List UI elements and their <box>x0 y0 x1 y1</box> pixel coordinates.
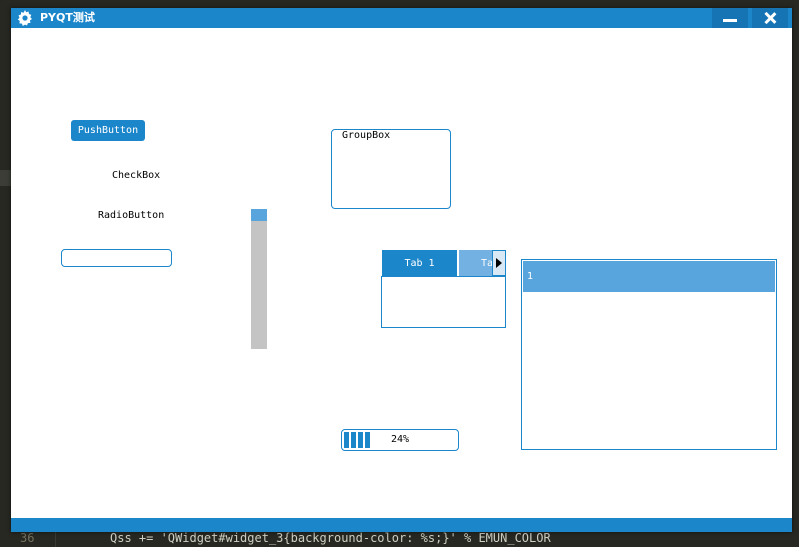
tab-2[interactable]: Tab 2 <box>459 250 495 276</box>
bottom-bar <box>11 518 792 532</box>
progress-text: 24% <box>390 434 410 445</box>
group-box-title: GroupBox <box>340 130 393 141</box>
list-widget[interactable]: 1 <box>521 259 777 450</box>
arrow-right-icon <box>496 258 502 268</box>
tab-widget: Tab 1 Tab 2 <box>381 250 507 328</box>
vertical-scrollbar[interactable] <box>251 209 267 349</box>
scrollbar-handle[interactable] <box>251 209 267 221</box>
close-icon <box>764 12 776 24</box>
editor-left-strip <box>0 170 11 186</box>
progress-bar: 24% <box>341 429 459 451</box>
group-box: GroupBox <box>331 129 451 209</box>
tab-scroll-right-button[interactable] <box>492 250 506 276</box>
gear-icon <box>17 10 32 26</box>
radio-button[interactable]: RadioButton <box>98 210 164 221</box>
app-window: PYQT测试 PushButton CheckBox RadioButton G… <box>11 8 792 532</box>
tab-1[interactable]: Tab 1 <box>382 250 457 276</box>
line-edit-input[interactable] <box>61 249 172 267</box>
title-bar: PYQT测试 <box>11 8 792 28</box>
list-item[interactable]: 1 <box>523 261 775 292</box>
close-button[interactable] <box>752 8 788 28</box>
minimize-icon <box>723 19 737 22</box>
tab-pane <box>381 276 506 328</box>
window-title: PYQT测试 <box>40 11 95 24</box>
check-box[interactable]: CheckBox <box>112 170 160 181</box>
push-button[interactable]: PushButton <box>71 120 145 141</box>
minimize-button[interactable] <box>712 8 748 28</box>
